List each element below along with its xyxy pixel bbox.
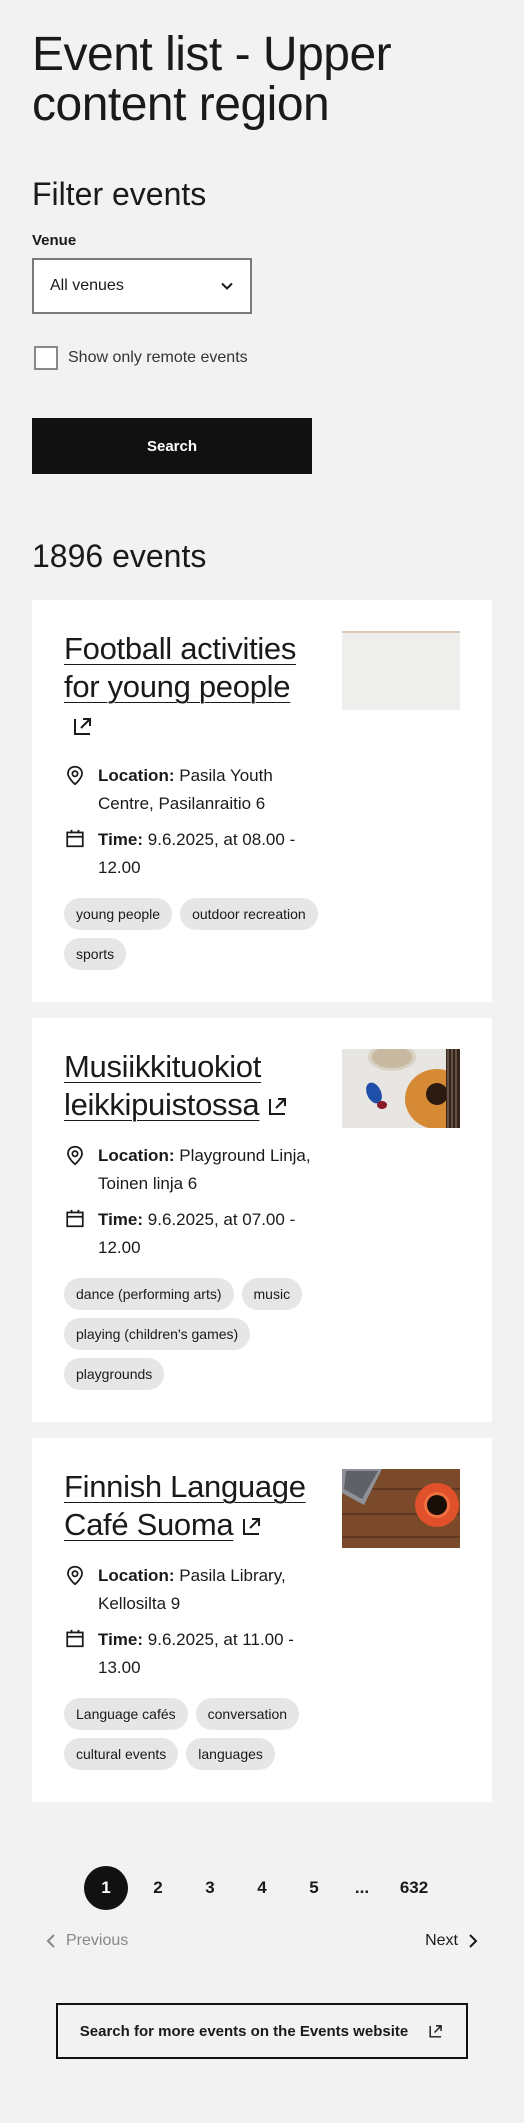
tag[interactable]: conversation — [195, 1698, 300, 1730]
event-location: Location: Pasila Library, Kellosilta 9 — [64, 1562, 324, 1618]
event-card: Football activities for young people Loc… — [32, 600, 492, 1002]
chevron-left-icon — [46, 1934, 55, 1948]
event-title-link[interactable]: Finnish Language Café Suoma — [64, 1468, 314, 1544]
tag[interactable]: playing (children's games) — [64, 1318, 251, 1350]
event-image — [342, 1469, 460, 1548]
venue-label: Venue — [32, 232, 77, 249]
tag[interactable]: Language cafés — [64, 1698, 188, 1730]
calendar-icon — [66, 829, 84, 848]
location-label: Location: — [98, 1146, 175, 1165]
chevron-down-icon — [221, 282, 233, 290]
event-image — [342, 1049, 460, 1128]
event-time: Time: 9.6.2025, at 07.00 - 12.00 — [64, 1206, 324, 1262]
venue-select-value: All venues — [50, 277, 124, 294]
previous-label: Previous — [66, 1932, 129, 1949]
event-location: Location: Playground Linja, Toinen linja… — [64, 1142, 324, 1198]
tag[interactable]: sports — [64, 938, 127, 970]
page-2[interactable]: 2 — [136, 1866, 180, 1910]
more-events-label: Search for more events on the Events web… — [79, 2022, 409, 2040]
event-tags: Language cafés conversation cultural eve… — [64, 1698, 344, 1770]
calendar-icon — [66, 1629, 84, 1648]
event-title: Football activities for young people — [64, 631, 297, 704]
tag[interactable]: dance (performing arts) — [64, 1278, 234, 1310]
previous-page-button[interactable]: Previous — [46, 1932, 128, 1950]
next-page-button[interactable]: Next — [425, 1932, 478, 1950]
event-title-link[interactable]: Football activities for young people — [64, 630, 314, 744]
filter-title: Filter events — [32, 176, 207, 212]
tag[interactable]: cultural events — [64, 1738, 179, 1770]
event-tags: young people outdoor recreation sports — [64, 898, 344, 970]
event-image — [342, 631, 460, 710]
chevron-right-icon — [469, 1934, 478, 1948]
event-title: Finnish Language Café Suoma — [64, 1469, 306, 1542]
event-card: Finnish Language Café Suoma Location: Pa… — [32, 1438, 492, 1802]
page-ellipsis: ... — [354, 1878, 370, 1897]
page-5[interactable]: 5 — [292, 1866, 336, 1910]
external-link-icon — [269, 1098, 287, 1115]
time-label: Time: — [98, 830, 144, 849]
event-time: Time: 9.6.2025, at 08.00 - 12.00 — [64, 826, 324, 882]
results-count: 1896 events — [32, 538, 207, 574]
page-1[interactable]: 1 — [84, 1866, 128, 1910]
tag[interactable]: languages — [186, 1738, 275, 1770]
venue-select[interactable]: All venues — [32, 258, 252, 314]
event-title-link[interactable]: Musiikkituokiot leikkipuistossa — [64, 1048, 314, 1124]
calendar-icon — [66, 1209, 84, 1228]
tag[interactable]: playgrounds — [64, 1358, 165, 1390]
page-title: Event list - Upper content region — [32, 28, 392, 131]
location-pin-icon — [67, 1145, 83, 1166]
page-4[interactable]: 4 — [240, 1866, 284, 1910]
page-632[interactable]: 632 — [388, 1866, 440, 1910]
external-link-icon — [429, 2025, 443, 2038]
event-title: Musiikkituokiot leikkipuistossa — [64, 1049, 262, 1122]
event-tags: dance (performing arts) music playing (c… — [64, 1278, 344, 1390]
search-button[interactable]: Search — [32, 418, 312, 474]
tag[interactable]: young people — [64, 898, 173, 930]
tag[interactable]: outdoor recreation — [180, 898, 318, 930]
event-card: Musiikkituokiot leikkipuistossa Location… — [32, 1018, 492, 1422]
remote-events-checkbox[interactable] — [34, 346, 58, 370]
remote-events-label: Show only remote events — [68, 349, 248, 366]
time-label: Time: — [98, 1630, 144, 1649]
pagination: 1 2 3 4 5 ... 632 — [0, 1866, 524, 1910]
location-pin-icon — [67, 765, 83, 786]
event-location: Location: Pasila Youth Centre, Pasilanra… — [64, 762, 324, 818]
event-time: Time: 9.6.2025, at 11.00 - 13.00 — [64, 1626, 324, 1682]
next-label: Next — [425, 1932, 458, 1949]
location-label: Location: — [98, 1566, 175, 1585]
time-label: Time: — [98, 1210, 144, 1229]
location-pin-icon — [67, 1565, 83, 1586]
external-link-icon — [74, 718, 91, 735]
remote-events-toggle[interactable]: Show only remote events — [34, 346, 248, 370]
external-link-icon — [243, 1518, 261, 1535]
page-3[interactable]: 3 — [188, 1866, 232, 1910]
more-events-button[interactable]: Search for more events on the Events web… — [56, 2003, 468, 2059]
tag[interactable]: music — [241, 1278, 303, 1310]
location-label: Location: — [98, 766, 175, 785]
